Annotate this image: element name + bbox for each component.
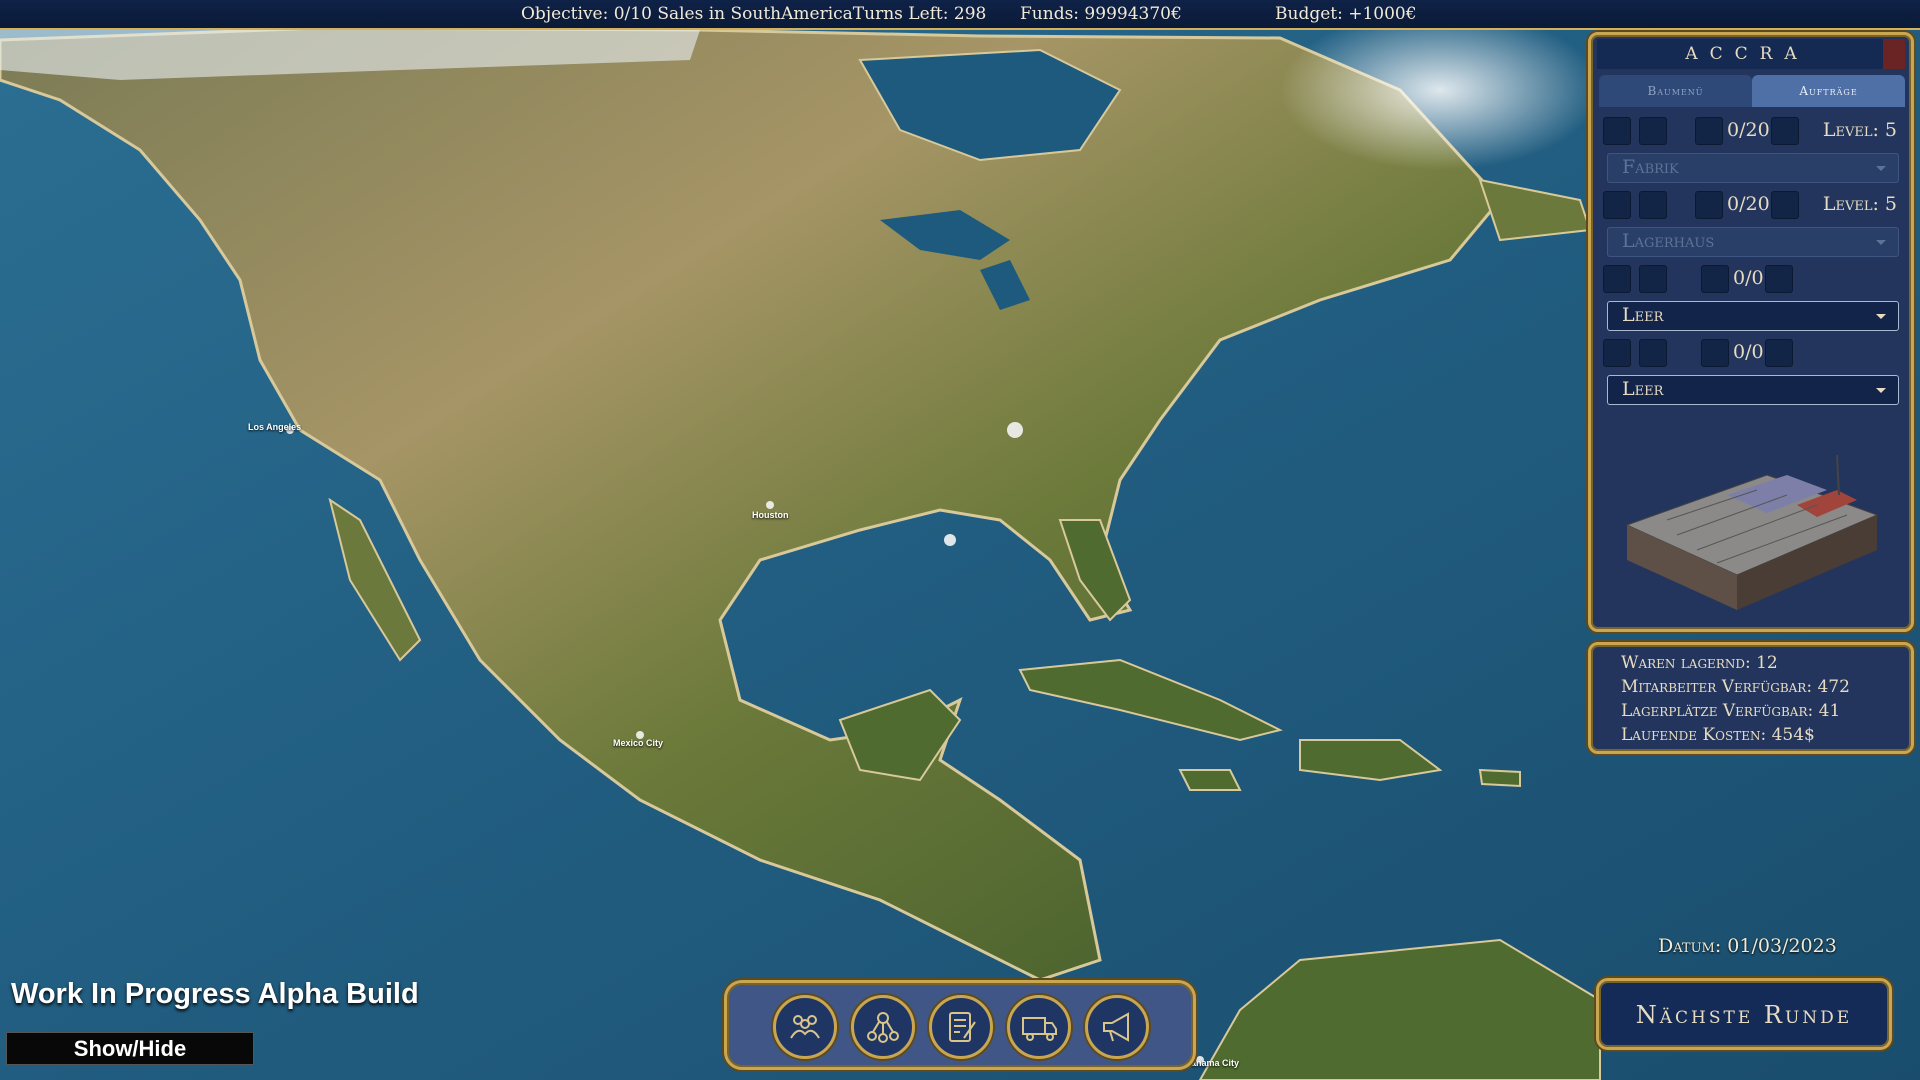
slot-box[interactable] [1695,191,1723,219]
building-dropdown-value: Fabrik [1622,156,1679,178]
building-dropdown-value: Lagerhaus [1622,230,1715,252]
tab-baumenu[interactable]: Baumenü [1599,75,1752,107]
slot-box[interactable] [1639,117,1667,145]
budget-text: Budget: +1000€ [1275,4,1417,24]
slot-count: 0/0 [1733,341,1764,363]
objective-text: Objective: 0/10 Sales in SouthAmericaTur… [521,4,987,24]
slot-box[interactable] [1603,191,1631,219]
funds-text: Funds: 99994370€ [1020,4,1182,24]
city-title: ACCRA [1597,39,1897,69]
city-panel: ACCRA Baumenü Aufträge 0/20 Level: 5 Fab… [1588,32,1914,632]
building-dropdown[interactable]: Leer [1607,375,1899,405]
slot-count: 0/20 [1727,193,1770,215]
caret-down-icon [1876,240,1886,245]
slot-box[interactable] [1771,117,1799,145]
show-hide-button[interactable]: Show/Hide [6,1032,254,1065]
slot-box[interactable] [1639,339,1667,367]
slot-count: 0/20 [1727,119,1770,141]
close-button[interactable] [1883,39,1905,69]
slot-box[interactable] [1639,265,1667,293]
top-status-bar: Objective: 0/10 Sales in SouthAmericaTur… [0,0,1920,30]
slot-box[interactable] [1765,265,1793,293]
truck-icon[interactable] [1007,995,1071,1059]
next-round-button[interactable]: Nächste Runde [1596,978,1892,1050]
building-level: Level: 5 [1822,193,1897,215]
map-label-city: Houston [752,510,789,520]
building-slot-row: 0/20 Level: 5 [1603,191,1903,221]
building-dropdown-value: Leer [1622,304,1664,326]
people-icon[interactable] [773,995,837,1059]
slot-box[interactable] [1701,265,1729,293]
map-label-city: Mexico City [613,738,664,748]
building-slot-row: 0/0 [1603,265,1903,295]
building-dropdown-value: Leer [1622,378,1664,400]
contract-icon[interactable] [929,995,993,1059]
building-dropdown: Lagerhaus [1607,227,1899,257]
stat-lagerplaetze: Lagerplätze Verfügbar: 41 [1621,701,1841,721]
caret-down-icon [1876,388,1886,393]
caret-down-icon [1876,166,1886,171]
stat-kosten: Laufende Kosten: 454$ [1621,725,1815,745]
slot-box[interactable] [1771,191,1799,219]
building-slot-row: 0/0 [1603,339,1903,369]
stat-mitarbeiter: Mitarbeiter Verfügbar: 472 [1621,677,1850,697]
building-dropdown: Fabrik [1607,153,1899,183]
caret-down-icon [1876,314,1886,319]
network-icon[interactable] [851,995,915,1059]
slot-box[interactable] [1695,117,1723,145]
slot-box[interactable] [1765,339,1793,367]
map-label-city: Los Angeles [248,422,302,432]
slot-box[interactable] [1603,339,1631,367]
slot-box[interactable] [1603,265,1631,293]
city-tabs: Baumenü Aufträge [1599,75,1905,107]
building-level: Level: 5 [1822,119,1897,141]
building-dropdown[interactable]: Leer [1607,301,1899,331]
city-stats-panel: Waren lagernd: 12 Mitarbeiter Verfügbar:… [1588,642,1914,754]
slot-box[interactable] [1603,117,1631,145]
date-label: Datum: 01/03/2023 [1658,935,1837,957]
building-slot-row: 0/20 Level: 5 [1603,117,1903,147]
slot-box[interactable] [1639,191,1667,219]
wip-label: Work In Progress Alpha Build [11,978,419,1010]
action-toolbar [724,980,1196,1070]
megaphone-icon[interactable] [1085,995,1149,1059]
slot-box[interactable] [1701,339,1729,367]
stat-waren: Waren lagernd: 12 [1621,653,1778,673]
building-preview-image [1607,435,1897,625]
tab-auftraege[interactable]: Aufträge [1752,75,1905,107]
slot-count: 0/0 [1733,267,1764,289]
